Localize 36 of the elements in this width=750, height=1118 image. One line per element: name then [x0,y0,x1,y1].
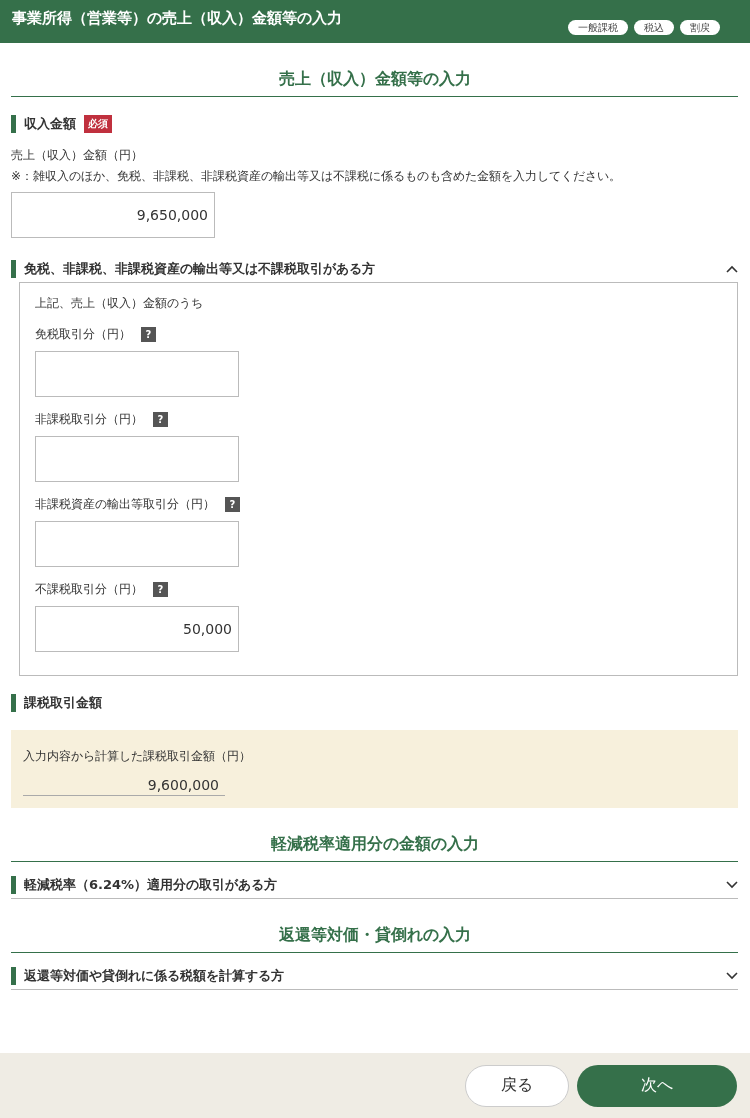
field-label: 不課税取引分（円） [35,581,143,598]
section-title: 軽減税率適用分の金額の入力 [11,834,738,862]
intro-text: 上記、売上（収入）金額のうち [35,295,203,312]
required-badge: 必須 [84,115,112,133]
input-field[interactable] [35,351,239,397]
field-label: 非課税取引分（円） [35,411,143,428]
field-label: 売上（収入）金額（円） [11,147,143,164]
input-field[interactable] [35,521,239,567]
note-text: ※：雑収入のほか、免税、非課税、非課税資産の輸出等又は不課税に係るものも含めた金額を入力してください。 [11,168,623,184]
chevron-down-icon[interactable] [726,972,738,980]
field-label: 免税取引分（円） [35,326,131,343]
input-field[interactable] [35,436,239,482]
window-title: 事業所得（営業等）の売上（収入）金額等の入力 [12,8,342,28]
tag: 税込 [634,20,674,35]
chevron-up-icon[interactable] [726,265,738,273]
tag: 割戻 [680,20,720,35]
help-icon[interactable]: ? [153,412,168,427]
section-title: 返還等対価・貸倒れの入力 [11,925,738,953]
field-heading: 課税取引金額 [11,694,102,712]
tag: 一般課税 [568,20,628,35]
help-icon[interactable]: ? [225,497,240,512]
next-button[interactable]: 次へ [577,1064,737,1107]
accordion-title[interactable]: 返還等対価や貸倒れに係る税額を計算する方 [11,967,284,985]
accordion-title[interactable]: 免税、非課税、非課税資産の輸出等又は不課税取引がある方 [11,260,375,278]
chevron-down-icon[interactable] [726,881,738,889]
accordion-title[interactable]: 軽減税率（6.24%）適用分の取引がある方 [11,876,278,894]
field-label: 入力内容から計算した課税取引金額（円） [23,748,251,765]
input-field[interactable]: 50,000 [35,606,239,652]
help-icon[interactable]: ? [141,327,156,342]
field-heading: 収入金額 [11,115,76,133]
calculated-value: 9,600,000 [23,769,225,796]
field-label: 非課税資産の輸出等取引分（円） [35,496,215,513]
help-icon[interactable]: ? [153,582,168,597]
input-field[interactable]: 9,650,000 [11,192,215,238]
section-title: 売上（収入）金額等の入力 [11,69,738,97]
back-button[interactable]: 戻る [465,1064,569,1107]
